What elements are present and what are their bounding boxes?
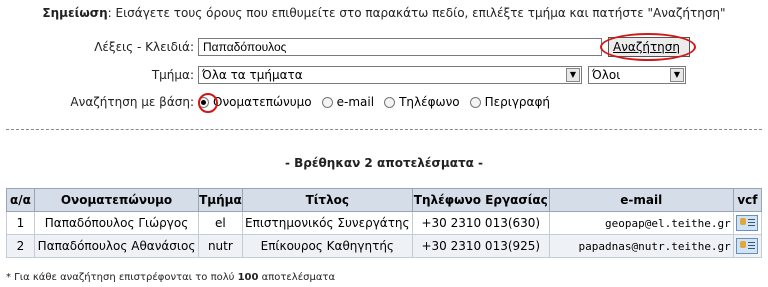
vcard-icon[interactable] <box>736 238 759 254</box>
radio-description[interactable]: Περιγραφή <box>469 95 550 109</box>
cell-email[interactable]: geopap@el.teithe.gr <box>548 211 734 235</box>
chevron-down-icon[interactable]: ▼ <box>670 68 684 82</box>
role-select[interactable]: Όλοι ▼ <box>588 66 686 84</box>
note-text: : Εισάγετε τους όρους που επιθυμείτε στο… <box>107 6 726 20</box>
footnote-prefix: * Για κάθε αναζήτηση επιστρέφονται το πο… <box>6 272 238 283</box>
cell-title: Επιστημονικός Συνεργάτης <box>241 211 413 235</box>
col-header-num: α/α <box>6 188 35 212</box>
keywords-input[interactable] <box>198 38 602 56</box>
cell-dept: nutr <box>198 234 243 258</box>
col-header-email: e-mail <box>548 188 734 212</box>
col-header-phone: Τηλέφωνο Εργασίας <box>411 188 550 212</box>
cell-phone: +30 2310 013(630) <box>411 211 550 235</box>
radio-dot[interactable] <box>469 96 481 108</box>
radio-phone[interactable]: Τηλέφωνο <box>384 95 460 109</box>
cell-vcf <box>732 211 763 235</box>
footnote: * Για κάθε αναζήτηση επιστρέφονται το πο… <box>6 272 335 283</box>
radio-dot[interactable] <box>321 96 333 108</box>
radio-email[interactable]: e-mail <box>321 95 374 109</box>
department-selected-value: Όλα τα τμήματα <box>202 68 303 82</box>
col-header-dept: Τμήμα <box>198 188 243 212</box>
cell-name: Παπαδόπουλος Αθανάσιος <box>33 234 200 258</box>
vcard-icon[interactable] <box>736 215 759 231</box>
searchby-label: Αναζήτηση με βάση: <box>70 95 194 109</box>
col-header-title: Τίτλος <box>241 188 413 212</box>
col-header-name: Ονοματεπώνυμο <box>33 188 200 212</box>
department-label: Τμήμα: <box>151 68 194 82</box>
radio-dot[interactable] <box>384 96 396 108</box>
results-summary: - Βρέθηκαν 2 αποτελέσματα - <box>284 156 484 170</box>
instructions-note: Σημείωση: Εισάγετε τους όρους που επιθυμ… <box>0 6 768 20</box>
table-row: 1 Παπαδόπουλος Γιώργος el Επιστημονικός … <box>6 211 763 235</box>
cell-num: 2 <box>6 234 35 258</box>
table-header-row: α/α Ονοματεπώνυμο Τμήμα Τίτλος Τηλέφωνο … <box>6 188 763 212</box>
search-button-highlight <box>600 33 696 61</box>
cell-name: Παπαδόπουλος Γιώργος <box>33 211 200 235</box>
chevron-down-icon[interactable]: ▼ <box>566 68 580 82</box>
keywords-label: Λέξεις - Κλειδιά: <box>94 40 194 54</box>
cell-num: 1 <box>6 211 35 235</box>
cell-vcf <box>732 234 763 258</box>
footnote-count: 100 <box>237 272 259 283</box>
results-table: α/α Ονοματεπώνυμο Τμήμα Τίτλος Τηλέφωνο … <box>6 188 763 258</box>
cell-email[interactable]: papadnas@nutr.teithe.gr <box>548 234 734 258</box>
col-header-vcf: vcf <box>732 188 763 212</box>
cell-title: Επίκουρος Καθηγητής <box>241 234 413 258</box>
table-row: 2 Παπαδόπουλος Αθανάσιος nutr Επίκουρος … <box>6 234 763 258</box>
cell-dept: el <box>198 211 243 235</box>
role-selected-value: Όλοι <box>592 68 621 82</box>
radio-highlight <box>198 93 218 113</box>
note-label: Σημείωση <box>42 6 108 20</box>
divider <box>6 129 762 130</box>
cell-phone: +30 2310 013(925) <box>411 234 550 258</box>
department-select[interactable]: Όλα τα τμήματα ▼ <box>198 66 582 84</box>
footnote-suffix: αποτελέσματα <box>258 272 336 283</box>
